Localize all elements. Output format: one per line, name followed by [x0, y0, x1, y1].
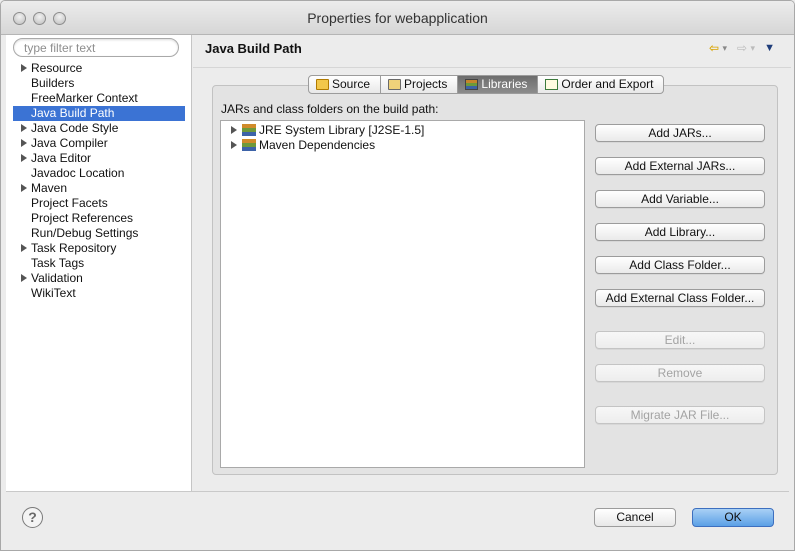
sidebar-item-java-editor[interactable]: Java Editor — [13, 151, 185, 166]
filter-input[interactable]: type filter text — [13, 38, 179, 57]
back-arrow-icon[interactable]: ⇦ — [709, 41, 719, 55]
library-icon — [242, 124, 256, 136]
page-navigation: ⇦ ▾ ⇨ ▾ ▼ — [687, 41, 777, 55]
sidebar-item-label: Java Editor — [31, 151, 92, 165]
title-bar: Properties for webapplication — [1, 1, 794, 35]
sidebar-item-label: FreeMarker Context — [31, 91, 138, 105]
edit-button[interactable]: Edit... — [595, 331, 765, 349]
tab-content-area: JARs and class folders on the build path… — [212, 85, 778, 475]
order-export-icon — [545, 79, 559, 90]
build-path-tabs: Source Projects Libraries Order and Expo… — [308, 75, 665, 94]
sidebar-item-project-references[interactable]: Project References — [13, 211, 185, 226]
sidebar-item-java-build-path[interactable]: Java Build Path — [13, 106, 185, 121]
properties-dialog: Properties for webapplication type filte… — [0, 0, 795, 551]
sidebar-item-builders[interactable]: Builders — [13, 76, 185, 91]
sidebar-item-validation[interactable]: Validation — [13, 271, 185, 286]
sidebar-item-label: Project References — [31, 211, 134, 225]
sidebar-item-project-facets[interactable]: Project Facets — [13, 196, 185, 211]
expand-triangle-icon[interactable] — [21, 274, 27, 282]
expand-triangle-icon[interactable] — [231, 141, 237, 149]
sidebar-item-javadoc-location[interactable]: Javadoc Location — [13, 166, 185, 181]
window-title: Properties for webapplication — [307, 10, 488, 26]
sidebar-item-freemarker-context[interactable]: FreeMarker Context — [13, 91, 185, 106]
tab-label: Projects — [404, 77, 448, 91]
sidebar-item-label: Task Repository — [31, 241, 117, 255]
sidebar-item-label: Validation — [31, 271, 83, 285]
add-variable-button[interactable]: Add Variable... — [595, 190, 765, 208]
help-icon[interactable]: ? — [22, 507, 43, 528]
ok-button[interactable]: OK — [692, 508, 774, 527]
section-label: JARs and class folders on the build path… — [221, 102, 439, 116]
add-external-jars-button[interactable]: Add External JARs... — [595, 157, 765, 175]
expand-triangle-icon[interactable] — [21, 139, 27, 147]
sidebar-item-label: Run/Debug Settings — [31, 226, 139, 240]
sidebar-item-wikitext[interactable]: WikiText — [13, 286, 185, 301]
sidebar-item-run-debug-settings[interactable]: Run/Debug Settings — [13, 226, 185, 241]
add-external-class-folder-button[interactable]: Add External Class Folder... — [595, 289, 765, 307]
property-page: Java Build Path ⇦ ▾ ⇨ ▾ ▼ JARs and class… — [193, 35, 791, 491]
forward-dropdown-icon[interactable]: ▾ — [750, 41, 755, 55]
footer-divider — [6, 491, 789, 492]
sidebar-item-label: Task Tags — [31, 256, 85, 270]
entry-label: JRE System Library [J2SE-1.5] — [259, 123, 425, 137]
tab-libraries[interactable]: Libraries — [458, 76, 539, 93]
tab-label: Libraries — [481, 77, 528, 91]
add-class-folder-button[interactable]: Add Class Folder... — [595, 256, 765, 274]
list-item-maven-dependencies[interactable]: Maven Dependencies — [221, 138, 375, 153]
entry-label: Maven Dependencies — [259, 138, 376, 152]
add-jars-button[interactable]: Add JARs... — [595, 124, 765, 142]
sidebar-item-label: Builders — [31, 76, 75, 90]
sidebar-item-label: Project Facets — [31, 196, 108, 210]
sidebar-item-java-compiler[interactable]: Java Compiler — [13, 136, 185, 151]
expand-triangle-icon[interactable] — [21, 64, 27, 72]
sidebar-item-task-repository[interactable]: Task Repository — [13, 241, 185, 256]
expand-triangle-icon[interactable] — [21, 154, 27, 162]
title-divider — [193, 67, 791, 68]
sidebar-item-label: Javadoc Location — [31, 166, 125, 180]
sidebar-item-label: Java Compiler — [31, 136, 108, 150]
expand-triangle-icon[interactable] — [21, 184, 27, 192]
projects-icon — [388, 79, 402, 90]
build-path-entry-list[interactable]: JRE System Library [J2SE-1.5] Maven Depe… — [220, 120, 585, 468]
tab-label: Source — [332, 77, 371, 91]
preference-tree: Resource Builders FreeMarker Context Jav… — [13, 61, 185, 301]
libraries-icon — [465, 79, 479, 90]
remove-button[interactable]: Remove — [595, 364, 765, 382]
cancel-button[interactable]: Cancel — [594, 508, 676, 527]
tab-order-and-export[interactable]: Order and Export — [538, 76, 663, 93]
expand-triangle-icon[interactable] — [21, 244, 27, 252]
tab-label: Order and Export — [561, 77, 654, 91]
sidebar-item-resource[interactable]: Resource — [13, 61, 185, 76]
sidebar-item-label: Java Build Path — [31, 106, 115, 120]
expand-triangle-icon[interactable] — [231, 126, 237, 134]
sidebar-item-label: Java Code Style — [31, 121, 119, 135]
sidebar-item-label: Resource — [31, 61, 83, 75]
view-menu-icon[interactable]: ▼ — [764, 41, 775, 55]
list-item-jre-system-library[interactable]: JRE System Library [J2SE-1.5] — [221, 123, 424, 138]
library-icon — [242, 139, 256, 151]
sidebar-item-maven[interactable]: Maven — [13, 181, 185, 196]
add-library-button[interactable]: Add Library... — [595, 223, 765, 241]
preference-sidebar: type filter text Resource Builders FreeM… — [6, 35, 192, 491]
sidebar-item-java-code-style[interactable]: Java Code Style — [13, 121, 185, 136]
expand-triangle-icon[interactable] — [21, 124, 27, 132]
forward-arrow-icon[interactable]: ⇨ — [737, 41, 747, 55]
migrate-jar-file-button[interactable]: Migrate JAR File... — [595, 406, 765, 424]
tab-projects[interactable]: Projects — [381, 76, 459, 93]
sidebar-item-label: WikiText — [31, 286, 76, 300]
sidebar-item-task-tags[interactable]: Task Tags — [13, 256, 185, 271]
back-dropdown-icon[interactable]: ▾ — [722, 41, 727, 55]
sidebar-item-label: Maven — [31, 181, 68, 195]
page-title: Java Build Path — [205, 41, 302, 56]
source-folder-icon — [316, 79, 329, 90]
tab-source[interactable]: Source — [309, 76, 382, 93]
